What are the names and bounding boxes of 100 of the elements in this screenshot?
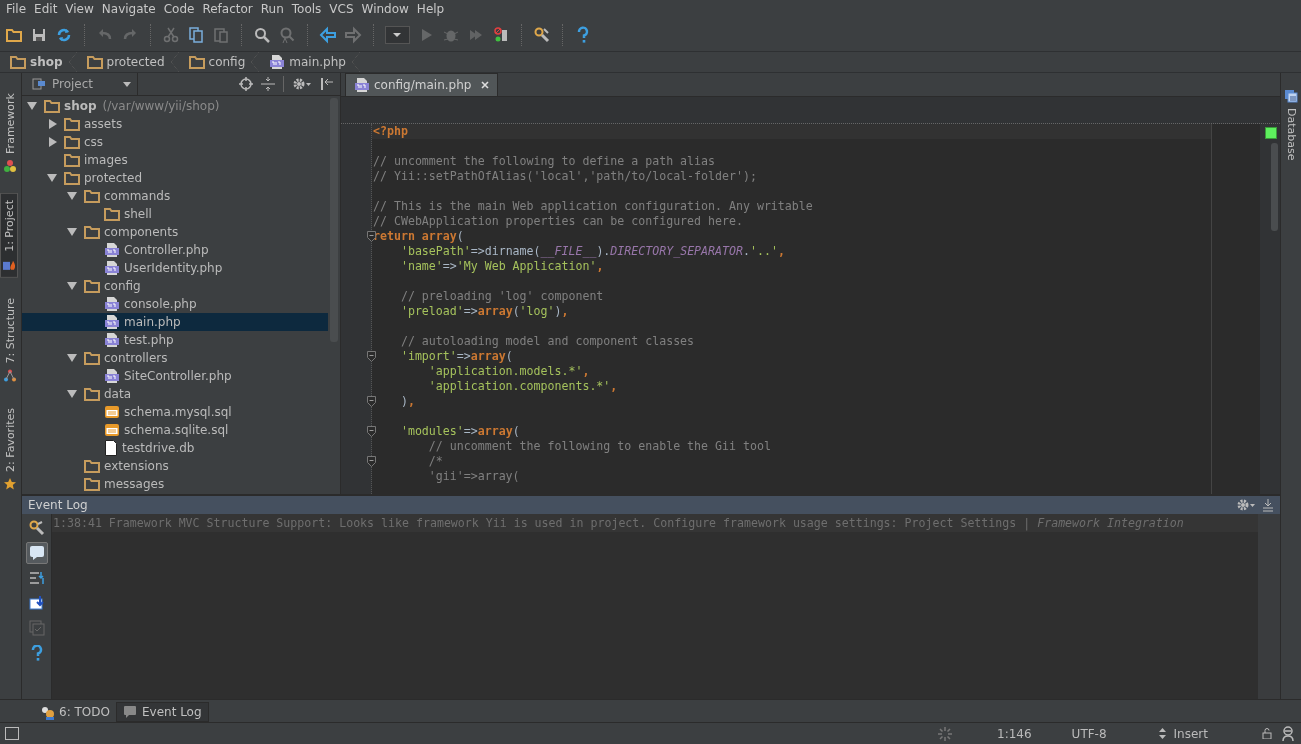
lock-icon[interactable] [1262,728,1273,739]
code-line: // uncomment the following to define a path alias [373,154,716,168]
wrench-icon[interactable] [533,25,551,44]
fold-marker-icon[interactable] [367,456,376,467]
view-dropdown[interactable]: Project [22,73,138,95]
code-line: 'modules'=>array( [399,424,520,438]
tree-item[interactable]: schema.sqlite.sql [22,421,328,439]
download-icon[interactable] [28,594,45,611]
tree-item[interactable]: config [22,277,328,295]
tree-item[interactable]: assets [22,115,328,133]
tree-item[interactable]: schema.mysql.sql [22,403,328,421]
tool-window-tab[interactable]: Framework [0,87,20,179]
checkbox-icon[interactable] [28,619,45,636]
expanded-arrow-icon[interactable] [64,191,80,201]
code-line: return array( [373,229,464,243]
insert-mode[interactable]: Insert [1173,726,1208,741]
tree-item[interactable]: components [22,223,328,241]
menu-item[interactable]: Navigate [97,1,160,17]
breadcrumb[interactable]: config [182,52,264,72]
tree-item[interactable]: shop (/var/www/yii/shop) [22,97,328,115]
settings-icon[interactable] [1236,497,1256,512]
expanded-arrow-icon[interactable] [64,353,80,363]
panel-toggle-icon[interactable] [5,727,19,740]
encoding[interactable]: UTF-8 [1071,726,1107,741]
collapse-icon[interactable] [261,77,275,91]
settings-icon[interactable] [292,77,312,91]
tree-item[interactable]: messages [22,475,328,493]
menu-item[interactable]: File [2,1,31,17]
tree-item[interactable]: controllers [22,349,328,367]
tree-item[interactable]: console.php [22,295,328,313]
folder-icon [84,189,100,203]
menu-item[interactable]: Run [256,1,288,17]
menu-item[interactable]: VCS [325,1,358,17]
breadcrumb[interactable]: shop [4,52,81,72]
tree-item[interactable]: shell [22,205,328,223]
status-indicator [1265,127,1277,139]
tree-item[interactable]: css [22,133,328,151]
copy-icon[interactable] [187,25,205,44]
expanded-arrow-icon[interactable] [64,227,80,237]
php-file-icon [269,54,286,70]
tree-item[interactable]: testdrive.db [22,439,328,457]
locate-icon[interactable] [239,77,253,91]
tool-window-tab[interactable]: 6: TODO [34,702,116,722]
code-line: 'application.models.*', [427,364,590,378]
code-line: // preloading 'log' component [399,289,604,303]
wrench-icon[interactable] [28,519,45,536]
tree-item[interactable]: test.php [22,331,328,349]
fold-marker-icon[interactable] [367,231,376,242]
hide-panel-icon[interactable] [1262,497,1274,512]
tree-item[interactable]: Controller.php [22,241,328,259]
tree-item[interactable]: images [22,151,328,169]
menu-item[interactable]: Tools [287,1,326,17]
tool-window-tab[interactable]: 1: Project [0,192,18,278]
fold-marker-icon[interactable] [367,351,376,362]
breadcrumb[interactable]: protected [80,52,183,72]
fold-marker-icon[interactable] [367,426,376,437]
inspector-icon[interactable] [1281,725,1295,742]
code-line: <?php [373,124,408,138]
dropdown-icon[interactable] [385,25,410,44]
hide-panel-icon[interactable] [320,77,334,91]
back-arrow-icon[interactable] [319,25,337,44]
menu-item[interactable]: Edit [30,1,62,17]
code-line: // uncomment the following to enable the Gii tool [427,439,771,453]
tree-item[interactable]: commands [22,187,328,205]
close-icon[interactable] [481,81,490,89]
speech-bubble-icon[interactable] [28,544,45,561]
expanded-arrow-icon[interactable] [44,173,60,183]
tree-item[interactable]: SiteController.php [22,367,328,385]
tree-item[interactable]: main.php [22,313,328,331]
scrollbar[interactable] [1270,143,1278,231]
menu-item[interactable]: Refactor [198,1,257,17]
expanded-arrow-icon[interactable] [24,101,40,111]
folder-icon [64,135,80,149]
folder-icon [64,171,80,185]
cursor-position[interactable]: 1:146 [997,726,1032,741]
updown-icon [1158,728,1166,739]
tool-window-tab[interactable]: Database [1281,87,1301,163]
spinner-icon [938,726,952,741]
expanded-arrow-icon[interactable] [64,389,80,399]
filter-icon[interactable] [28,569,45,586]
fold-marker-icon[interactable] [367,396,376,407]
editor-tab[interactable]: config/main.php [345,73,499,96]
expanded-arrow-icon[interactable] [64,281,80,291]
menu-item[interactable]: View [61,1,98,17]
php-file-icon [104,314,120,330]
tool-window-tab[interactable]: Event Log [115,702,209,722]
tool-window-tab[interactable]: 2: Favorites [0,402,20,497]
menu-item[interactable]: Code [159,1,199,17]
breadcrumb[interactable]: main.php [263,52,364,72]
tree-item[interactable]: data [22,385,328,403]
folder-icon [64,117,80,131]
tree-item[interactable]: extensions [22,457,328,475]
tree-item[interactable]: protected [22,169,328,187]
search-icon[interactable] [253,25,271,44]
tool-window-tab[interactable]: 7: Structure [0,291,20,389]
menu-item[interactable]: Help [412,1,449,17]
tree-item[interactable]: UserIdentity.php [22,259,328,277]
code-line: 'gii'=>array( [427,469,520,483]
menu-item[interactable]: Window [357,1,413,17]
php-file-icon [104,242,120,258]
